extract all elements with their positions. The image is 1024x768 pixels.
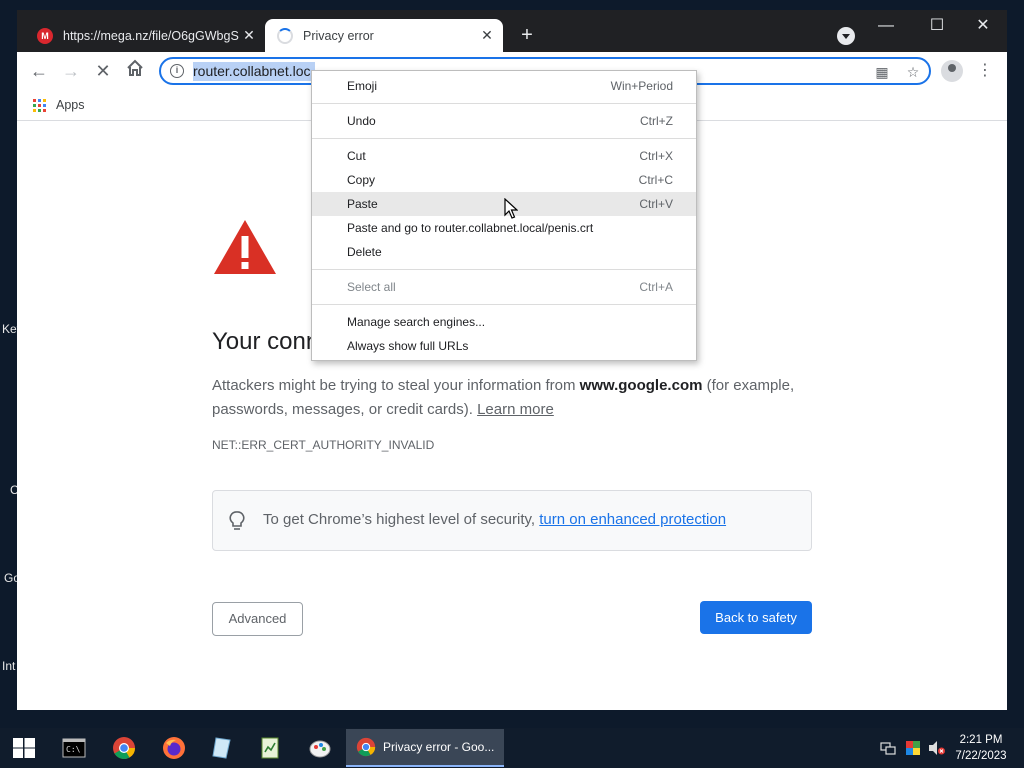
menu-item-label: Emoji	[347, 79, 378, 93]
menu-item-select-all[interactable]: Select all Ctrl+A	[312, 275, 696, 299]
menu-item-shortcut: Ctrl+V	[639, 197, 673, 211]
loading-spinner-icon	[277, 27, 293, 44]
svg-text:C:\: C:\	[66, 745, 81, 754]
menu-item-undo[interactable]: Undo Ctrl+Z	[312, 109, 696, 133]
terminal-icon[interactable]: C:\	[62, 736, 86, 760]
close-window-button[interactable]: ✕	[968, 14, 998, 38]
warning-triangle-icon	[212, 218, 278, 281]
bookmark-star-icon[interactable]: ☆	[904, 63, 922, 81]
title-bar: M https://mega.nz/file/O6gGWbgS ✕ Privac…	[17, 10, 1007, 52]
chrome-icon[interactable]	[112, 736, 136, 760]
network-icon[interactable]	[880, 740, 896, 756]
menu-item-label: Manage search engines...	[347, 315, 486, 329]
forward-arrow-icon[interactable]: →	[59, 59, 83, 83]
menu-item-label: Always show full URLs	[347, 339, 469, 353]
tab-close-icon[interactable]: ✕	[477, 27, 497, 44]
tab-privacy-error[interactable]: Privacy error ✕	[265, 19, 503, 52]
menu-item-shortcut: Ctrl+X	[639, 149, 673, 163]
tip-text: To get Chrome’s highest level of securit…	[263, 511, 726, 528]
menu-item-delete[interactable]: Delete	[312, 240, 696, 264]
chrome-icon	[356, 737, 376, 757]
system-clock[interactable]: 2:21 PM 7/22/2023	[950, 732, 1012, 764]
domain-text: www.google.com	[579, 377, 703, 394]
enhanced-protection-link[interactable]: turn on enhanced protection	[539, 511, 726, 528]
menu-separator	[312, 138, 696, 139]
desktop-label-4: Int	[2, 659, 16, 673]
taskbar: C:\ Privacy error - Goo... 2:21 PM 7/22/…	[0, 728, 1024, 768]
firefox-icon[interactable]	[162, 736, 186, 760]
clock-date: 7/22/2023	[955, 750, 1007, 762]
apps-link[interactable]: Apps	[56, 98, 85, 112]
menu-item-manage-search-engines[interactable]: Manage search engines...	[312, 310, 696, 334]
back-to-safety-button[interactable]: Back to safety	[700, 601, 812, 634]
menu-item-shortcut: Ctrl+Z	[640, 114, 673, 128]
stop-loading-icon[interactable]: ✕	[91, 59, 115, 83]
taskbar-chrome-window[interactable]: Privacy error - Goo...	[346, 729, 504, 767]
tab-title: https://mega.nz/file/O6gGWbgS	[63, 28, 239, 43]
menu-item-shortcut: Win+Period	[610, 79, 673, 93]
spreadsheet-icon[interactable]	[258, 736, 282, 760]
menu-item-label: Select all	[347, 280, 396, 294]
menu-item-cut[interactable]: Cut Ctrl+X	[312, 144, 696, 168]
windows-start-icon[interactable]	[12, 736, 36, 760]
back-arrow-icon[interactable]: ←	[27, 59, 51, 83]
clock-time: 2:21 PM	[959, 734, 1003, 746]
menu-item-label: Copy	[347, 173, 376, 187]
menu-item-label: Cut	[347, 149, 366, 163]
tab-search-icon[interactable]	[837, 27, 855, 45]
new-tab-button[interactable]: +	[515, 24, 539, 48]
menu-item-copy[interactable]: Copy Ctrl+C	[312, 168, 696, 192]
mouse-cursor-icon	[504, 197, 519, 225]
security-tip-box: To get Chrome’s highest level of securit…	[212, 490, 812, 551]
url-text[interactable]: router.collabnet.loc	[193, 62, 315, 81]
warning-paragraph: Attackers might be trying to steal your …	[212, 374, 822, 422]
menu-separator	[312, 269, 696, 270]
menu-item-emoji[interactable]: Emoji Win+Period	[312, 74, 696, 98]
tab-mega[interactable]: M https://mega.nz/file/O6gGWbgS ✕	[25, 19, 265, 52]
minimize-button[interactable]: —	[871, 14, 901, 38]
paint-icon[interactable]	[308, 736, 332, 760]
apps-grid-icon[interactable]	[33, 99, 46, 112]
learn-more-link[interactable]: Learn more	[477, 401, 554, 418]
info-icon[interactable]: i	[170, 64, 184, 78]
menu-separator	[312, 304, 696, 305]
mega-icon: M	[37, 27, 53, 44]
menu-kebab-icon[interactable]: ⋮	[975, 59, 995, 83]
volume-muted-icon[interactable]	[928, 740, 945, 756]
color-app-icon[interactable]	[905, 740, 921, 756]
maximize-button[interactable]: ☐	[922, 14, 952, 38]
para-text: Attackers might be trying to steal your …	[212, 377, 580, 394]
menu-separator	[312, 103, 696, 104]
notepad-icon[interactable]	[210, 736, 234, 760]
home-icon[interactable]	[123, 59, 147, 83]
menu-item-label: Paste	[347, 197, 378, 211]
menu-item-label: Undo	[347, 114, 376, 128]
menu-item-shortcut: Ctrl+C	[638, 173, 673, 187]
taskbar-window-title: Privacy error - Goo...	[383, 740, 495, 754]
advanced-button[interactable]: Advanced	[212, 602, 303, 636]
tab-close-icon[interactable]: ✕	[239, 27, 259, 44]
menu-item-show-full-urls[interactable]: Always show full URLs	[312, 334, 696, 358]
tab-title: Privacy error	[303, 28, 374, 43]
error-code: NET::ERR_CERT_AUTHORITY_INVALID	[212, 438, 435, 452]
lightbulb-icon	[229, 511, 245, 536]
profile-avatar-icon[interactable]	[941, 60, 963, 82]
menu-item-shortcut: Ctrl+A	[639, 280, 673, 294]
qr-code-icon[interactable]: ▦	[873, 63, 891, 81]
menu-item-label: Paste and go to router.collabnet.local/p…	[347, 221, 594, 235]
page-heading: Your conn	[212, 328, 320, 355]
menu-item-label: Delete	[347, 245, 382, 259]
tip-text-main: To get Chrome’s highest level of securit…	[263, 511, 540, 528]
